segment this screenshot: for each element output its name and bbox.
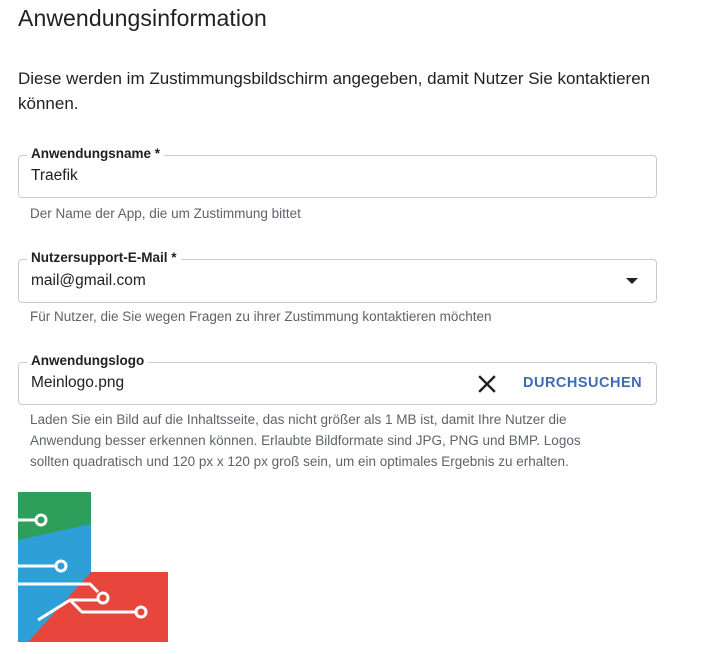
app-name-input[interactable]: Traefik bbox=[31, 167, 78, 185]
app-name-hint: Der Name der App, die um Zustimmung bitt… bbox=[30, 206, 301, 221]
app-name-label: Anwendungsname * bbox=[27, 146, 165, 162]
app-logo-field[interactable]: Anwendungslogo Meinlogo.png DURCHSUCHEN bbox=[18, 353, 657, 405]
app-logo-filename: Meinlogo.png bbox=[31, 374, 125, 391]
app-logo-hint-line: Anwendung besser erkennen können. Erlaub… bbox=[30, 433, 581, 448]
app-logo-hint-line: Laden Sie ein Bild auf die Inhaltsseite,… bbox=[30, 412, 567, 427]
support-email-hint: Für Nutzer, die Sie wegen Fragen zu ihre… bbox=[30, 309, 492, 324]
app-name-field[interactable]: Anwendungsname * Traefik bbox=[18, 146, 657, 198]
app-logo-hint-line: sollten quadratisch und 120 px x 120 px … bbox=[30, 454, 569, 469]
support-email-value: mail@gmail.com bbox=[31, 272, 146, 289]
logo-preview-image bbox=[18, 492, 168, 642]
app-logo-hint: Laden Sie ein Bild auf die Inhaltsseite,… bbox=[30, 409, 581, 472]
support-email-select[interactable]: Nutzersupport-E-Mail * mail@gmail.com bbox=[18, 250, 657, 303]
app-logo-label: Anwendungslogo bbox=[27, 353, 149, 369]
page-title: Anwendungsinformation bbox=[18, 5, 267, 31]
support-email-label: Nutzersupport-E-Mail * bbox=[27, 250, 181, 266]
close-icon[interactable] bbox=[477, 374, 497, 394]
arrow-drop-down-icon[interactable] bbox=[626, 278, 638, 284]
browse-button[interactable]: DURCHSUCHEN bbox=[519, 363, 646, 404]
section-description: Diese werden im Zustimmungsbildschirm an… bbox=[18, 69, 651, 113]
